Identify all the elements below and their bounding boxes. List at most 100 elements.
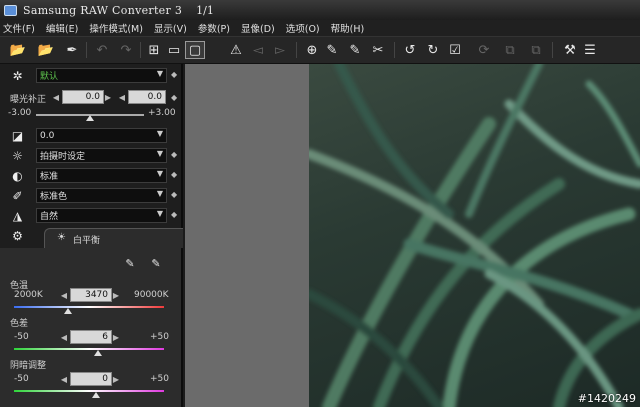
menu-options[interactable]: 选项(O) [286,21,320,35]
refresh-icon[interactable]: ⟳ [474,41,494,59]
tint-field[interactable]: 6 [70,330,112,344]
exposure-increase[interactable]: ▶ [104,90,112,104]
shadow-slider[interactable] [14,390,164,392]
sharpness-select[interactable]: 自然 ▼ [36,208,167,223]
paste-settings-icon[interactable]: ⧉ [526,41,546,59]
crop-grid-icon[interactable]: ⊕ [302,41,322,59]
temperature-decrease[interactable]: ◀ [60,288,68,302]
plus-icon[interactable]: ◆ [171,93,177,102]
grid-view-icon[interactable]: ⊞ [144,41,164,59]
camera-app-icon [4,4,17,16]
temperature-field[interactable]: 3470 [70,288,112,302]
menu-file[interactable]: 文件(F) [3,21,35,35]
contrast-select[interactable]: 0.0 ▼ [36,128,167,143]
tint-slider[interactable] [14,348,164,350]
edit-list-icon[interactable]: ☰ [580,41,600,59]
temperature-slider[interactable] [14,306,164,308]
toolbar: 📂 📂 ✒ ↶ ↷ ⊞ ▭ ▢ ⚠ ◅ ▻ ⊕ ✎ ✎ ✂ ↺ ↻ ☑ ⟳ ⧉ … [0,37,640,64]
brush-icon: ✐ [12,188,23,203]
warning-icon[interactable]: ⚠ [226,41,246,59]
preset-row: ✲ 默认 ▼ ◆ [0,66,183,85]
canvas-background [185,64,309,407]
plus-icon[interactable]: ◆ [171,210,177,219]
page-counter: 1/1 [196,3,214,17]
temperature-increase[interactable]: ▶ [112,288,120,302]
color-row: ✐ 标准色 ▼ ◆ [0,186,183,205]
exposure-label: 曝光补正 [10,95,47,105]
temperature-min: 2000K [14,290,43,300]
eyedropper-icon[interactable]: ✎ [120,254,140,272]
temperature-slider-thumb[interactable] [64,308,72,314]
exposure-decrease[interactable]: ◀ [52,90,60,104]
gears-icon[interactable]: ⚙ [10,228,25,243]
tint-increase[interactable]: ▶ [112,330,120,344]
open-folder-icon[interactable]: 📂 [8,41,28,59]
menu-bar: 文件(F) 编辑(E) 操作模式(M) 显示(V) 参数(P) 显像(D) 选项… [0,20,640,37]
sharpness-row: ◮ 自然 ▼ ◆ [0,206,183,225]
tint-label: 色差 [10,319,29,329]
exposure-max: +3.00 [148,108,176,118]
adjustment-panel: ✲ 默认 ▼ ◆ 曝光补正 ◀ 0.0 ▶ ◀ 0.0 ◆ -3.00 +3.00… [0,64,183,407]
copy-settings-icon[interactable]: ⧉ [500,41,520,59]
exposure-field[interactable]: 0.0 [62,90,104,104]
menu-develop[interactable]: 显像(D) [241,21,275,35]
stamp-icon[interactable]: ✒ [62,41,82,59]
tint-slider-thumb[interactable] [94,350,102,356]
undo-icon[interactable]: ↶ [92,41,112,59]
redo-icon[interactable]: ↷ [116,41,136,59]
plus-icon[interactable]: ◆ [171,70,177,79]
menu-view[interactable]: 显示(V) [154,21,187,35]
white-balance-panel: ✎ ✎ 色温 2000K ◀ 3470 ▶ 90000K 色差 -50 ◀ 6 … [0,248,181,407]
hammer-icon[interactable]: ⚒ [560,41,580,59]
contrast-icon: ◪ [11,128,24,143]
wb-mode-select[interactable]: 拍摄时设定 ▼ [36,148,167,163]
menu-mode[interactable]: 操作模式(M) [89,21,143,35]
single-view-icon[interactable]: ▢ [185,41,205,59]
tint-min: -50 [14,332,29,342]
window-title: Samsung RAW Converter 3 [23,3,183,17]
shadow-min: -50 [14,374,29,384]
tone-select[interactable]: 标准 ▼ [36,168,167,183]
open-folder-menu-icon[interactable]: 📂 [36,41,56,59]
photo-preview[interactable]: #1420249 [309,64,640,407]
next-icon[interactable]: ▻ [270,41,290,59]
color-select[interactable]: 标准色 ▼ [36,188,167,203]
exposure2-field[interactable]: 0.0 [128,90,166,104]
menu-edit[interactable]: 编辑(E) [46,21,78,35]
sun-icon: ☼ [12,148,23,163]
wb-picker-icon[interactable]: ✎ [322,41,342,59]
plus-icon[interactable]: ◆ [171,150,177,159]
watermark-text: #1420249 [577,392,636,405]
spot-icon[interactable]: ✂ [368,41,388,59]
rotate-left-icon[interactable]: ↺ [400,41,420,59]
sharpness-icon: ◮ [12,208,23,223]
prev-icon[interactable]: ◅ [248,41,268,59]
wb-picker2-icon[interactable]: ✎ [345,41,365,59]
check-icon[interactable]: ☑ [445,41,465,59]
sun-small-icon: ☀ [57,232,66,243]
shadow-slider-thumb[interactable] [92,392,100,398]
shadow-field[interactable]: 0 [70,372,112,386]
shadow-max: +50 [150,374,169,384]
shadow-decrease[interactable]: ◀ [60,372,68,386]
exposure-min: -3.00 [8,108,32,118]
tab-label: 白平衡 [73,236,101,246]
preset-select[interactable]: 默认 ▼ [36,68,167,83]
rotate-right-icon[interactable]: ↻ [423,41,443,59]
menu-help[interactable]: 帮助(H) [331,21,365,35]
title-bar: Samsung RAW Converter 3 1/1 [0,0,640,20]
compare-view-icon[interactable]: ▭ [164,41,184,59]
contrast-row: ◪ 0.0 ▼ [0,126,183,145]
tint-decrease[interactable]: ◀ [60,330,68,344]
shadow-increase[interactable]: ▶ [112,372,120,386]
exposure2-decrease[interactable]: ◀ [118,90,126,104]
plus-icon[interactable]: ◆ [171,170,177,179]
eyedropper-gray-icon[interactable]: ✎ [146,254,166,272]
tab-white-balance[interactable]: ☀ 白平衡 [44,228,183,248]
exposure-slider-thumb[interactable] [86,115,94,121]
gear-icon: ✲ [12,68,23,83]
plus-icon[interactable]: ◆ [171,190,177,199]
menu-params[interactable]: 参数(P) [198,21,230,35]
half-circle-icon: ◐ [12,168,23,183]
tint-max: +50 [150,332,169,342]
